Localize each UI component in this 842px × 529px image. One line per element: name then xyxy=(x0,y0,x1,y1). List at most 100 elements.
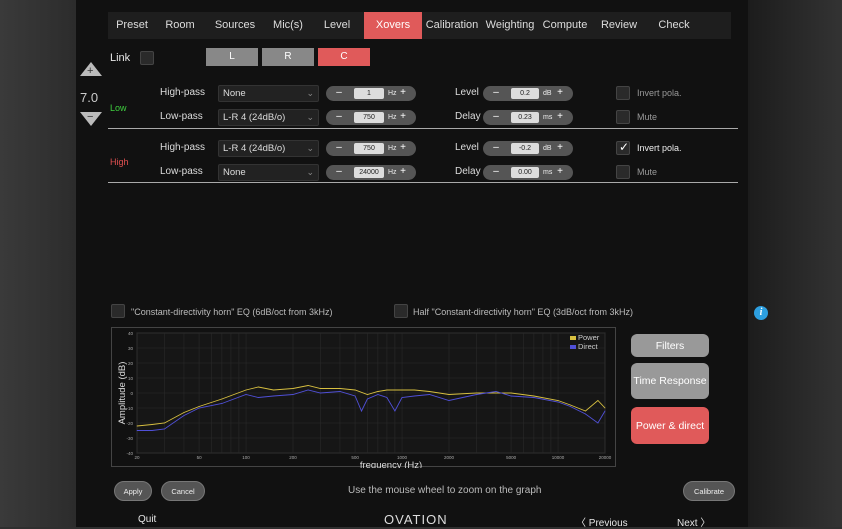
plus-icon[interactable]: + xyxy=(551,86,569,101)
tab-calibration[interactable]: Calibration xyxy=(422,12,482,39)
data-point-power xyxy=(339,388,341,389)
low-highpass-freq-stepper[interactable]: –1 Hz + xyxy=(326,86,416,101)
cd-horn-checkbox[interactable] xyxy=(111,304,125,318)
level-down-button[interactable]: − xyxy=(80,111,102,126)
low-delay-label: Delay xyxy=(455,111,481,122)
link-label: Link xyxy=(110,52,131,64)
high-level-stepper-value[interactable]: -0.2 xyxy=(511,143,539,154)
tab-compute[interactable]: Compute xyxy=(538,12,592,39)
ovation-logo: OVATION xyxy=(384,512,448,527)
filters-button[interactable]: Filters xyxy=(631,334,709,357)
plus-icon[interactable]: + xyxy=(551,165,569,180)
tab-check[interactable]: Check xyxy=(646,12,702,39)
response-chart[interactable]: 403020100-10-20-30-4020 50 100 200 500 1000 20… xyxy=(112,328,617,471)
data-point-direct xyxy=(401,397,403,398)
minus-icon[interactable]: – xyxy=(487,165,505,180)
data-point-power xyxy=(510,392,512,394)
x-tick-label: 5000 xyxy=(506,455,517,460)
low-level-stepper-value[interactable]: 0.2 xyxy=(511,88,539,99)
plus-icon[interactable]: + xyxy=(394,86,412,101)
high-delay-stepper[interactable]: –0.00 ms + xyxy=(483,165,573,180)
high-highpass-freq-stepper-value[interactable]: 750 xyxy=(354,143,384,154)
y-tick-label: 0 xyxy=(130,391,133,396)
low-mute-checkbox[interactable] xyxy=(616,110,630,124)
low-highpass-type-select[interactable]: None ⌄ xyxy=(218,85,319,102)
high-mute-checkbox[interactable] xyxy=(616,165,630,179)
tab-sources[interactable]: Sources xyxy=(204,12,266,39)
data-point-power xyxy=(292,388,294,389)
tab-xovers[interactable]: Xovers xyxy=(364,12,422,39)
low-lowpass-freq-stepper[interactable]: –750 Hz + xyxy=(326,110,416,125)
data-point-direct xyxy=(221,403,223,404)
minus-icon[interactable]: – xyxy=(330,165,348,180)
cancel-button[interactable]: Cancel xyxy=(161,481,205,501)
group-separator xyxy=(108,128,738,129)
checkmark-icon: ✓ xyxy=(619,140,630,154)
legend-swatch-direct xyxy=(570,345,576,349)
minus-icon[interactable]: – xyxy=(330,110,348,125)
tab-review[interactable]: Review xyxy=(592,12,646,39)
y-tick-label: 30 xyxy=(128,346,134,351)
plus-icon[interactable]: + xyxy=(394,110,412,125)
low-highpass-freq-stepper-value[interactable]: 1 xyxy=(354,88,384,99)
info-icon[interactable]: i xyxy=(754,306,768,320)
bottom-bar: Quit OVATION 〈 Previous Next 〉 xyxy=(108,512,731,529)
low-level-label: Level xyxy=(455,87,479,98)
data-point-direct xyxy=(164,428,165,430)
plus-icon[interactable]: + xyxy=(551,141,569,156)
low-lowpass-freq-stepper-value[interactable]: 750 xyxy=(354,112,384,123)
calibrate-button[interactable]: Calibrate xyxy=(683,481,735,501)
x-tick-label: 20 xyxy=(134,455,140,460)
data-point-direct xyxy=(495,391,497,392)
x-tick-label: 500 xyxy=(351,455,359,460)
high-invert-pola-checkbox[interactable]: ✓ xyxy=(616,140,630,155)
data-point-direct xyxy=(414,395,415,397)
minus-icon[interactable]: – xyxy=(487,86,505,101)
plus-icon[interactable]: + xyxy=(394,141,412,156)
link-checkbox[interactable] xyxy=(140,51,154,65)
high-lowpass-freq-stepper-value[interactable]: 24000 xyxy=(354,167,384,178)
power-direct-button[interactable]: Power & direct xyxy=(631,407,709,444)
quit-link[interactable]: Quit xyxy=(138,514,156,525)
group-label-low: Low xyxy=(110,103,127,113)
tab-weighting[interactable]: Weighting xyxy=(482,12,538,39)
low-delay-stepper[interactable]: –0.23 ms + xyxy=(483,110,573,125)
low-level-stepper[interactable]: –0.2 dB + xyxy=(483,86,573,101)
high-mute-label: Mute xyxy=(637,167,658,177)
time-response-button[interactable]: Time Response xyxy=(631,363,709,399)
high-highpass-label: High-pass xyxy=(160,142,206,153)
plus-icon[interactable]: + xyxy=(394,165,412,180)
data-point-power xyxy=(136,425,138,427)
plus-icon[interactable]: + xyxy=(551,110,569,125)
half-cd-horn-checkbox[interactable] xyxy=(394,304,408,318)
high-lowpass-freq-stepper[interactable]: –24000 Hz + xyxy=(326,165,416,180)
minus-icon[interactable]: – xyxy=(330,86,348,101)
data-point-power xyxy=(570,404,571,406)
channel-button-c[interactable]: C xyxy=(318,48,370,66)
channel-button-r[interactable]: R xyxy=(262,48,314,66)
minus-icon[interactable]: – xyxy=(330,141,348,156)
chart-frame[interactable]: 40 30 20 10 0 -10 -20 -30 -40 20 50 100 200 500 1000 20… xyxy=(111,327,617,471)
level-value: 7.0 xyxy=(80,90,99,105)
data-point-power xyxy=(448,394,450,395)
tab-preset[interactable]: Preset xyxy=(108,12,156,39)
y-tick-label: 40 xyxy=(128,331,134,336)
apply-button[interactable]: Apply xyxy=(114,481,152,501)
data-point-power xyxy=(386,389,388,391)
minus-icon[interactable]: – xyxy=(487,141,505,156)
chevron-down-icon: ⌄ xyxy=(306,167,314,177)
tab-room[interactable]: Room xyxy=(156,12,204,39)
low-lowpass-type-select[interactable]: L-R 4 (24dB/o) ⌄ xyxy=(218,109,319,126)
high-highpass-freq-stepper[interactable]: –750 Hz + xyxy=(326,141,416,156)
minus-icon[interactable]: – xyxy=(487,110,505,125)
low-delay-stepper-value[interactable]: 0.23 xyxy=(511,112,539,123)
low-invert-pola-checkbox[interactable] xyxy=(616,86,630,100)
tab-mic-s[interactable]: Mic(s) xyxy=(266,12,310,39)
high-lowpass-type-select[interactable]: None ⌄ xyxy=(218,164,319,181)
channel-button-l[interactable]: L xyxy=(206,48,258,66)
tab-level[interactable]: Level xyxy=(310,12,364,39)
level-up-button[interactable]: + xyxy=(80,62,102,77)
high-delay-stepper-value[interactable]: 0.00 xyxy=(511,167,539,178)
high-highpass-type-select[interactable]: L-R 4 (24dB/o) ⌄ xyxy=(218,140,319,157)
high-level-stepper[interactable]: – -0.2 dB + xyxy=(483,141,573,156)
